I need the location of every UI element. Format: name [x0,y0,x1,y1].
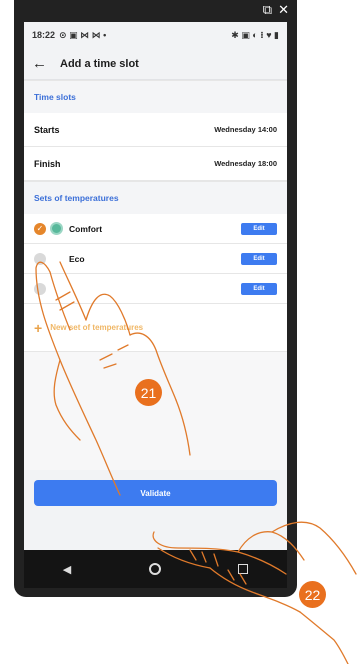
status-left-icons: ⊙ ▣ ⋈ ⋈ • [59,29,107,40]
temperature-item-eco[interactable]: Eco Edit [24,244,287,274]
finish-value: Wednesday 18:00 [214,159,277,168]
nav-home-icon[interactable] [148,563,161,575]
nav-back-icon[interactable]: ◀ [63,563,71,576]
close-icon[interactable]: ✕ [278,2,289,18]
edit-button[interactable]: Edit [241,282,277,295]
status-right-icons: ✱ ▣ ◐ ⁝ ♥ ▮ [231,29,279,40]
starts-label: Starts [34,124,60,135]
time-slots-heading: Time slots [24,80,287,113]
frame-top: ⧉ ✕ [14,0,297,22]
edit-button[interactable]: Edit [241,252,277,265]
status-bar: 18:22 ⊙ ▣ ⋈ ⋈ • ✱ ▣ ◐ ⁝ ♥ ▮ [24,22,287,48]
empty-area [24,352,287,470]
new-set-row[interactable]: + New set of temperatures [24,304,287,352]
temperature-item-comfort[interactable]: ✓ Comfort Edit [24,214,287,244]
window-icon[interactable]: ⧉ [263,2,272,18]
radio-unselected[interactable] [34,282,46,295]
temperatures-heading: Sets of temperatures [24,181,287,214]
clock: 18:22 [32,30,56,40]
step-badge-21: 21 [135,379,162,406]
app-screen: 18:22 ⊙ ▣ ⋈ ⋈ • ✱ ▣ ◐ ⁝ ♥ ▮ ← Add a time… [24,22,287,550]
page-title: Add a time slot [60,57,139,70]
comfort-icon [50,222,63,235]
selected-check-icon[interactable]: ✓ [34,222,46,235]
validate-button[interactable]: Validate [34,480,277,506]
phone-frame: ⧉ ✕ 18:22 ⊙ ▣ ⋈ ⋈ • ✱ ▣ ◐ ⁝ ♥ ▮ ← Add a … [14,0,297,597]
plus-icon: + [34,319,43,336]
validate-area: Validate [24,470,287,516]
step-badge-22: 22 [299,581,326,608]
android-nav-bar: ◀ [24,550,287,588]
finish-label: Finish [34,158,61,169]
temperature-label: Comfort [69,223,103,234]
edit-button[interactable]: Edit [241,222,277,235]
app-header: ← Add a time slot [24,48,287,80]
nav-recent-icon[interactable] [238,564,249,574]
temperature-label: Eco [69,253,85,264]
starts-row[interactable]: Starts Wednesday 14:00 [24,113,287,147]
back-arrow-icon[interactable]: ← [32,55,60,72]
finish-row[interactable]: Finish Wednesday 18:00 [24,147,287,181]
radio-unselected[interactable] [34,252,46,265]
form-content: Time slots Starts Wednesday 14:00 Finish… [24,80,287,516]
new-set-label: New set of temperatures [50,323,144,332]
starts-value: Wednesday 14:00 [214,125,277,134]
temperature-item-third[interactable]: Edit [24,274,287,304]
